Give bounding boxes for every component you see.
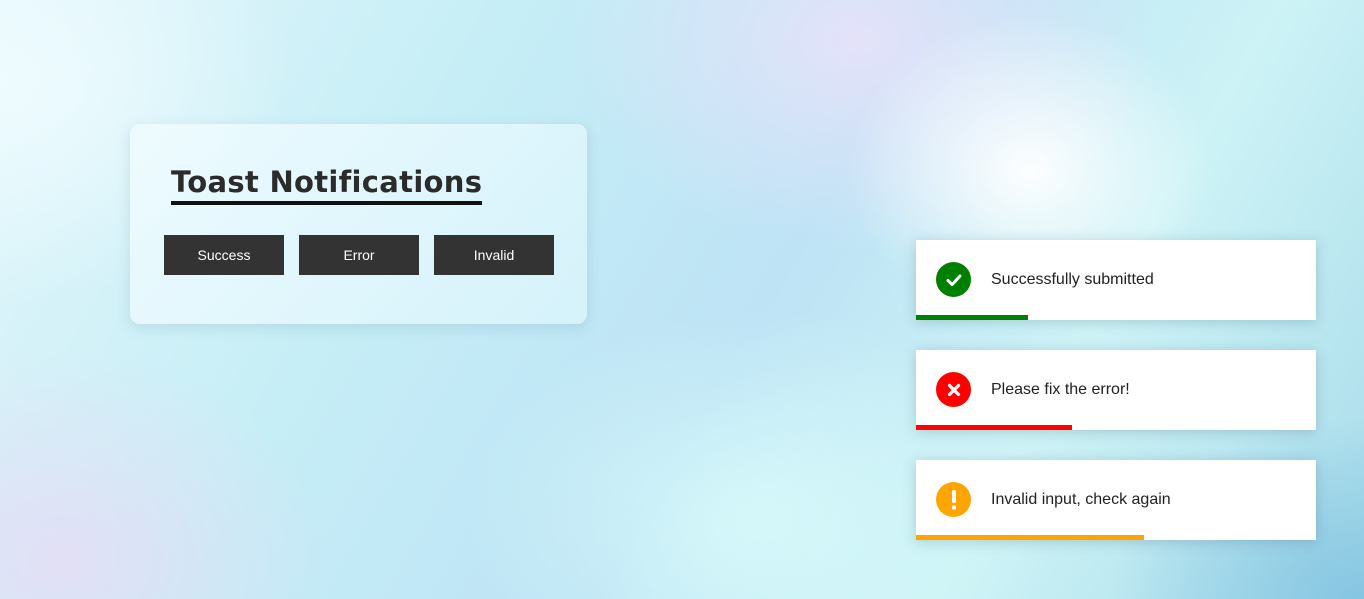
toast-message: Successfully submitted	[991, 271, 1154, 288]
success-button[interactable]: Success	[164, 235, 284, 275]
check-circle-icon	[936, 262, 971, 297]
toast-success[interactable]: Successfully submitted	[916, 240, 1316, 320]
toast-invalid[interactable]: Invalid input, check again	[916, 460, 1316, 540]
error-button[interactable]: Error	[299, 235, 419, 275]
invalid-button[interactable]: Invalid	[434, 235, 554, 275]
toast-progress-bar	[916, 315, 1028, 320]
toast-message: Invalid input, check again	[991, 491, 1171, 508]
toast-progress-bar	[916, 425, 1072, 430]
toast-progress-bar	[916, 535, 1144, 540]
button-row: Success Error Invalid	[164, 235, 554, 275]
exclamation-circle-icon	[936, 482, 971, 517]
page-title: Toast Notifications	[171, 164, 483, 205]
x-circle-icon	[936, 372, 971, 407]
toast-demo-panel: Toast Notifications Success Error Invali…	[130, 124, 587, 324]
toast-message: Please fix the error!	[991, 381, 1130, 398]
toast-error[interactable]: Please fix the error!	[916, 350, 1316, 430]
